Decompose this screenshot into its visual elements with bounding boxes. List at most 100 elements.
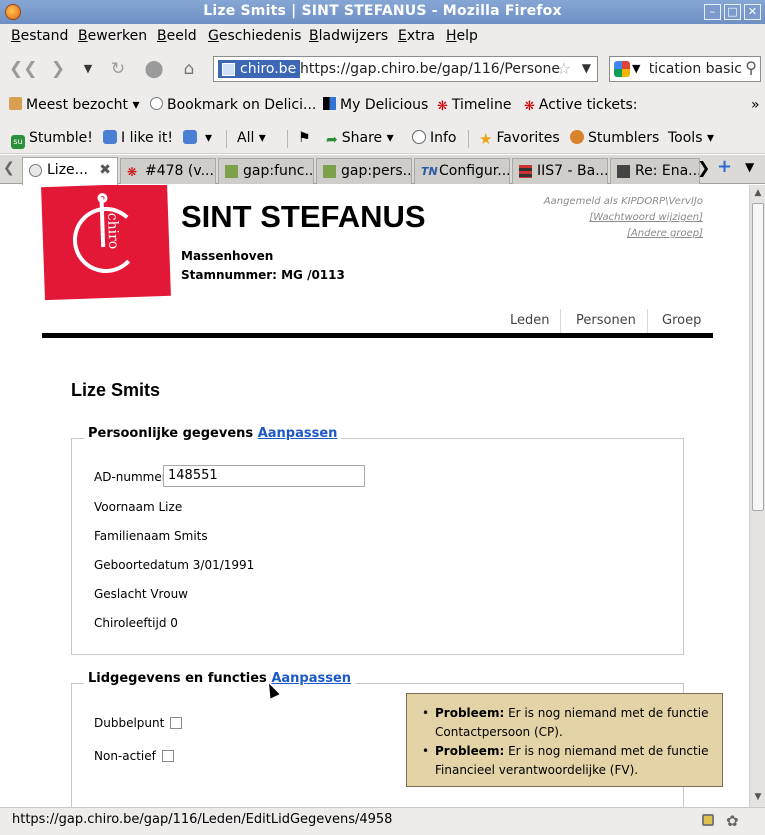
new-tab-icon[interactable]: +: [717, 156, 732, 177]
all-dropdown[interactable]: All ▾: [237, 130, 266, 146]
google-icon[interactable]: [614, 61, 630, 77]
ad-number-field[interactable]: 148551: [163, 465, 365, 487]
history-dropdown-icon[interactable]: ▼: [76, 57, 100, 81]
menu-bestand[interactable]: Bestand: [11, 28, 68, 44]
scroll-thumb[interactable]: [752, 203, 764, 511]
close-tab-icon[interactable]: ✖: [99, 162, 111, 178]
close-window-button[interactable]: ✕: [744, 4, 761, 20]
membership-legend: Lidgegevens en functies Aanpassen: [84, 671, 356, 686]
person-name-heading: Lize Smits: [71, 380, 161, 400]
double-point-checkbox[interactable]: [170, 717, 183, 729]
tab-scroll-right-icon[interactable]: ❯: [697, 158, 710, 177]
tab-iis7[interactable]: IIS7 - Ba...: [512, 158, 608, 184]
tag-icon[interactable]: ⚑: [298, 130, 311, 146]
stumbleupon-toolbar: su Stumble! I like it! ▾ All ▾ ⚑ ➦ Share ▾…: [0, 120, 765, 154]
search-box[interactable]: ▼ entication basic ⚲: [609, 56, 761, 82]
scroll-up-icon[interactable]: ▲: [752, 188, 764, 200]
url-bar[interactable]: chiro.be https://gap.chiro.be/gap/116/Pe…: [213, 56, 598, 82]
inactive-row: Non-actief: [94, 749, 174, 763]
header-rule: [42, 333, 713, 338]
birthdate-row: Geboortedatum 3/01/1991: [94, 558, 255, 572]
tab-scroll-left-icon[interactable]: ❮: [3, 160, 15, 176]
stop-icon[interactable]: ⬤: [142, 57, 166, 81]
window-titlebar: Lize Smits | SINT STEFANUS - Mozilla Fir…: [0, 0, 765, 24]
bookmark-most-visited[interactable]: Meest bezocht ▾: [9, 97, 140, 113]
toolbar-separator: [287, 130, 288, 148]
toolbar-separator: [468, 130, 469, 148]
search-input[interactable]: entication basic: [650, 61, 742, 77]
navigation-toolbar: ❮❮ ❯ ▼ ↻ ⬤ ⌂ chiro.be https://gap.chiro.…: [0, 48, 765, 90]
minimize-button[interactable]: –: [704, 4, 721, 20]
group-stamnummer: Stamnummer: MG /0113: [181, 268, 345, 282]
nav-leden[interactable]: Leden: [510, 313, 550, 328]
back-icon[interactable]: ❮❮: [9, 57, 38, 81]
tab-gap-pers[interactable]: gap:pers...: [316, 158, 412, 184]
bookmark-timeline[interactable]: ❋ Timeline: [437, 97, 511, 114]
menu-beeld[interactable]: Beeld: [157, 28, 197, 44]
logged-in-as: Aangemeld als KIPDORP\VervIJo: [543, 196, 703, 207]
bookmark-delicious[interactable]: Bookmark on Delici...: [150, 97, 316, 113]
info-button[interactable]: Info: [412, 130, 457, 146]
tab-ticket-478[interactable]: ❋ #478 (v...: [120, 158, 216, 184]
tab-configur[interactable]: TN Configur...: [414, 158, 510, 184]
menu-extra[interactable]: Extra: [398, 28, 435, 44]
home-icon[interactable]: ⌂: [177, 57, 201, 81]
bookmark-my-delicious[interactable]: My Delicious: [323, 97, 428, 113]
tab-bar: ❮ Lize... ✖ ❋ #478 (v... gap:func... gap…: [0, 155, 765, 185]
toolbar-separator: [226, 130, 227, 148]
scroll-down-icon[interactable]: ▼: [752, 792, 764, 804]
page-scrollbar[interactable]: ▲ ▼: [749, 185, 765, 807]
change-password-link[interactable]: [Wachtwoord wijzigen]: [544, 210, 703, 226]
window-title: Lize Smits | SINT STEFANUS - Mozilla Fir…: [203, 3, 562, 19]
tab-re-ena[interactable]: Re: Ena...: [610, 158, 700, 184]
dislike-dropdown-icon[interactable]: ▾: [205, 130, 212, 146]
bookmarks-overflow-button[interactable]: »: [751, 97, 760, 113]
menu-bar: Bestand Bewerken Beeld Geschiedenis Blad…: [0, 24, 765, 48]
page-content: chiro SINT STEFANUS Massenhoven Stamnumm…: [0, 185, 749, 807]
site-identity-badge[interactable]: chiro.be: [218, 60, 301, 78]
bookmark-active-tickets[interactable]: ❋ Active tickets:: [524, 97, 637, 114]
addon-icon[interactable]: ✿: [726, 812, 739, 830]
personal-data-legend: Persoonlijke gegevens Aanpassen: [84, 426, 342, 441]
group-place: Massenhoven: [181, 249, 274, 263]
stumble-button[interactable]: su Stumble!: [11, 130, 93, 149]
edit-membership-link[interactable]: Aanpassen: [271, 671, 351, 686]
paw-icon: ❋: [437, 99, 448, 114]
lock-icon[interactable]: [702, 814, 714, 826]
menu-geschiedenis[interactable]: Geschiedenis: [208, 28, 301, 44]
reload-icon[interactable]: ↻: [106, 57, 130, 81]
speech-bubble-icon: [412, 130, 426, 144]
tab-gap-func[interactable]: gap:func...: [218, 158, 314, 184]
forward-icon[interactable]: ❯: [46, 57, 70, 81]
bookmark-star-icon[interactable]: ☆: [557, 59, 571, 78]
like-button[interactable]: I like it!: [103, 130, 173, 146]
menu-help[interactable]: Help: [446, 28, 478, 44]
tools-dropdown[interactable]: Tools ▾: [668, 130, 714, 146]
problems-box: Probleem: Er is nog niemand met de funct…: [406, 693, 723, 787]
star-icon: ★: [479, 130, 493, 148]
other-group-link[interactable]: [Andere groep]: [544, 226, 703, 242]
paw-icon: ❋: [524, 99, 535, 114]
url-text[interactable]: https://gap.chiro.be/gap/116/Personen/Ec: [300, 61, 560, 77]
search-icon[interactable]: ⚲: [745, 58, 757, 77]
favorites-button[interactable]: ★ Favorites: [479, 130, 560, 148]
globe-icon: [150, 97, 163, 110]
nav-personen[interactable]: Personen: [576, 313, 636, 328]
edit-personal-data-link[interactable]: Aanpassen: [258, 426, 338, 441]
url-dropdown-icon[interactable]: ▼: [582, 61, 591, 75]
maximize-button[interactable]: □: [724, 4, 741, 20]
dislike-button[interactable]: [183, 130, 201, 146]
tab-list-dropdown-icon[interactable]: ▼: [745, 160, 754, 174]
tab-lize-smits[interactable]: Lize... ✖: [22, 157, 118, 185]
menu-bladwijzers[interactable]: Bladwijzers: [309, 28, 388, 44]
chiro-age-row: Chiroleeftijd 0: [94, 616, 178, 630]
problem-item: Probleem: Er is nog niemand met de funct…: [419, 742, 722, 780]
search-engine-dropdown-icon[interactable]: ▼: [632, 62, 640, 75]
menu-bewerken[interactable]: Bewerken: [78, 28, 147, 44]
share-button[interactable]: ➦ Share ▾: [326, 130, 394, 148]
problem-item: Probleem: Er is nog niemand met de funct…: [419, 704, 722, 742]
nav-groep[interactable]: Groep: [662, 313, 701, 328]
forum-icon: [617, 165, 630, 178]
stumblers-button[interactable]: Stumblers: [570, 130, 659, 146]
inactive-checkbox[interactable]: [161, 750, 174, 762]
